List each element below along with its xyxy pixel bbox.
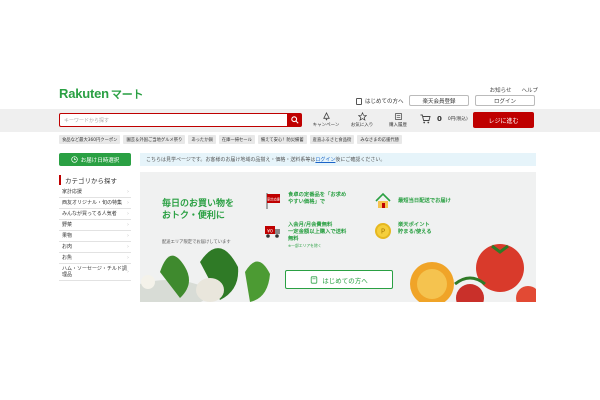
info-login-link[interactable]: ログイン	[315, 156, 335, 163]
chevron-right-icon: ›	[127, 244, 129, 250]
svg-text:¥0: ¥0	[267, 229, 273, 235]
category-item[interactable]: 果物 ›	[59, 231, 131, 242]
chevron-right-icon: ›	[127, 189, 129, 195]
cart[interactable]: 0 0円(税込)	[420, 114, 468, 124]
category-item[interactable]: 西友オリジナル・旬の特集 ›	[59, 198, 131, 209]
svg-text:P: P	[381, 228, 385, 236]
chevron-right-icon: ›	[127, 269, 129, 275]
category-item[interactable]: 家計応援 ›	[59, 187, 131, 198]
points-icon: P	[375, 223, 391, 239]
search-placeholder: キーワードから探す	[64, 117, 110, 124]
category-item[interactable]: みんなが買ってる人気者 ›	[59, 209, 131, 220]
chevron-right-icon: ›	[127, 233, 129, 239]
truck-icon: ¥0	[265, 226, 280, 238]
login-button[interactable]: ログイン	[475, 95, 535, 106]
star-icon	[357, 112, 367, 121]
search-input[interactable]: キーワードから探す	[59, 113, 288, 127]
category-list: 家計応援 › 西友オリジナル・旬の特集 › みんなが買ってる人気者 › 野菜 › 果物 ›…	[59, 187, 131, 281]
register-button[interactable]: 楽天会員登録	[409, 95, 469, 106]
history-button[interactable]: 購入履歴	[381, 112, 415, 128]
hero-note: 配送エリア限定でお届けしています	[162, 240, 231, 245]
campaign-icon	[322, 112, 330, 121]
cart-total: 0円(税込)	[447, 117, 468, 122]
category-item[interactable]: お肉 ›	[59, 242, 131, 253]
feature-badge-text: 家計応援	[267, 196, 281, 201]
cart-icon	[420, 114, 431, 124]
promo-chips: 食品など最大360円クーポン 園芸＆外国ご当地グルメ祭り あったか鍋 在庫一掃セ…	[59, 135, 402, 144]
history-icon	[394, 112, 402, 121]
info-bar: こちらは見学ページです。お客様のお届け地域の品揃え・価格・送料系等は ログイン …	[140, 153, 536, 166]
clock-icon	[71, 156, 78, 163]
hero-banner: 毎日のお買い物を おトク・便利に 配送エリア限定でお届けしています 家計応援 食…	[140, 172, 536, 302]
feature-points: P 楽天ポイント 貯まる/使える	[374, 222, 432, 240]
search-button[interactable]	[288, 113, 302, 127]
promo-chip[interactable]: みなさまの応援代替	[357, 135, 402, 144]
top-help-links: お知らせ ヘルプ	[490, 86, 538, 94]
promo-chip[interactable]: 備えて安心！防災備蓄	[257, 135, 307, 144]
promo-chip[interactable]: 食品など最大360円クーポン	[59, 135, 121, 144]
cart-count: 0	[437, 115, 442, 123]
feature-price: 家計応援 食卓の定番品を「お求め やすい価格」で	[264, 192, 346, 210]
category-item[interactable]: ハム・ソーセージ・チルド調理品 ›	[59, 264, 131, 281]
help-link[interactable]: ヘルプ	[521, 86, 538, 94]
search-icon	[291, 116, 299, 124]
book-icon	[356, 97, 362, 105]
promo-chip[interactable]: 産直ふるさと食品街	[309, 135, 355, 144]
guide-link[interactable]: はじめての方へ	[356, 97, 404, 105]
chevron-right-icon: ›	[127, 255, 129, 261]
rakuten-mart-logo[interactable]: Rakuten マート	[59, 86, 143, 102]
chevron-right-icon: ›	[127, 200, 129, 206]
checkout-button[interactable]: レジに進む	[473, 112, 534, 128]
category-title: カテゴリから探す	[59, 175, 117, 185]
news-link[interactable]: お知らせ	[490, 86, 512, 94]
promo-chip[interactable]: 在庫一掃セール	[218, 135, 255, 144]
first-time-button[interactable]: はじめての方へ	[285, 270, 393, 289]
delivery-time-button[interactable]: お届け日時選択	[59, 153, 131, 166]
price-flag-icon: 家計応援	[266, 193, 281, 209]
feature-shipping: ¥0 入会月/月会費無料 一定金額以上購入で送料 無料 ※一部エリアを除く	[264, 222, 346, 249]
promo-chip[interactable]: あったか鍋	[188, 135, 216, 144]
chevron-right-icon: ›	[127, 222, 129, 228]
category-item[interactable]: お魚 ›	[59, 253, 131, 264]
feature-delivery: 最短当日配送でお届け	[374, 192, 451, 210]
book-icon	[311, 275, 318, 284]
campaign-button[interactable]: キャンペーン	[309, 112, 343, 128]
hero-title: 毎日のお買い物を おトク・便利に	[162, 199, 235, 221]
chevron-right-icon: ›	[127, 211, 129, 217]
house-icon	[375, 192, 391, 208]
category-item[interactable]: 野菜 ›	[59, 220, 131, 231]
favorites-button[interactable]: お気に入り	[345, 112, 379, 128]
promo-chip[interactable]: 園芸＆外国ご当地グルメ祭り	[123, 135, 186, 144]
